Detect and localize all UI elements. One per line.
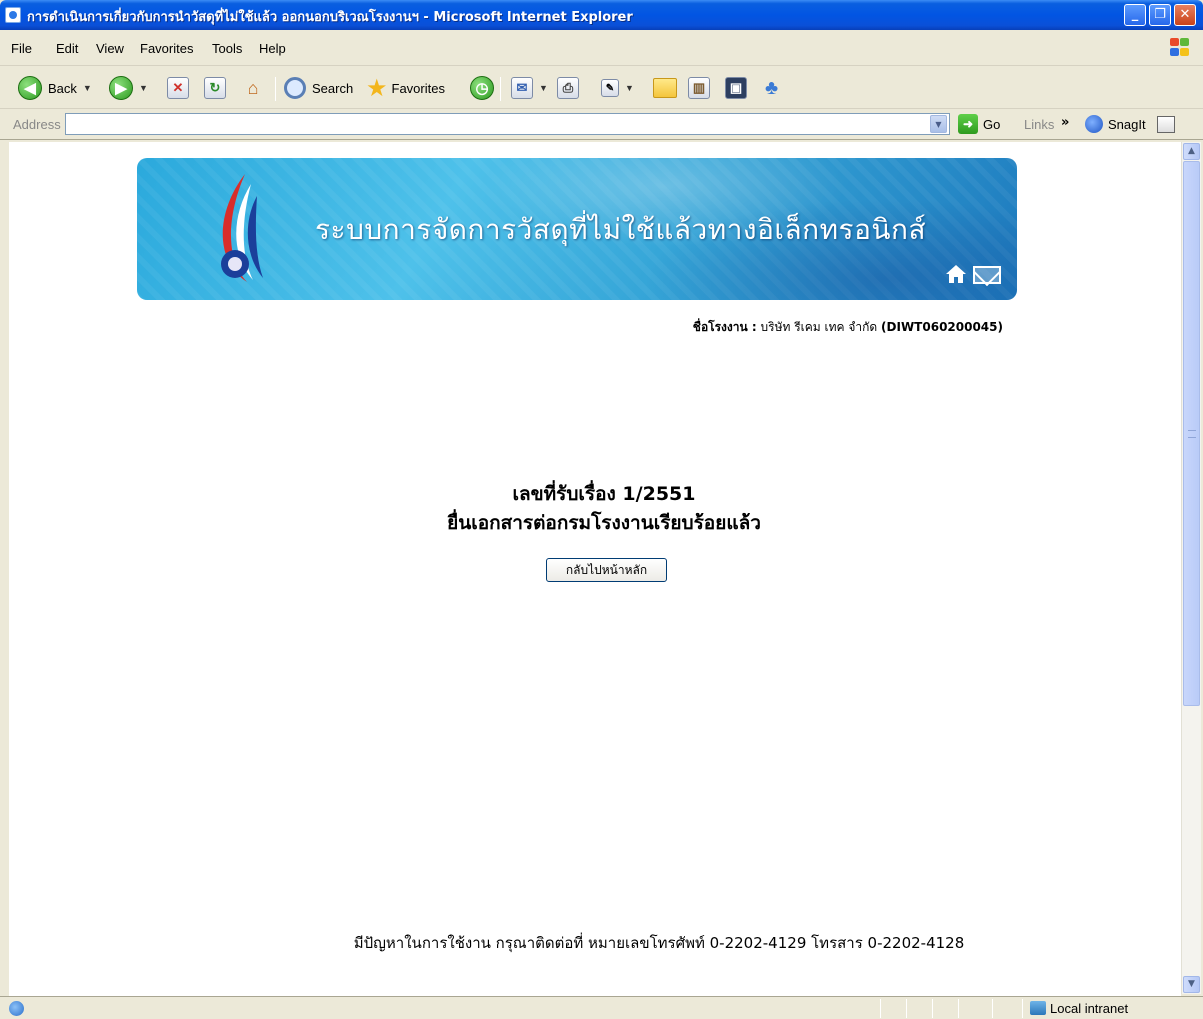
- banner-title: ระบบการจัดการวัสดุที่ไม่ใช้แล้วทางอิเล็ก…: [315, 213, 927, 246]
- ministry-logo-icon: [221, 174, 263, 282]
- page-status-icon: [9, 1001, 24, 1016]
- print-button[interactable]: ⎙: [557, 75, 579, 101]
- ie-page-icon: [5, 7, 21, 23]
- go-button[interactable]: ➜ Go: [958, 114, 1000, 134]
- status-divider: [932, 999, 933, 1018]
- media-button[interactable]: ▣: [725, 75, 747, 101]
- edit-icon: ✎: [601, 79, 619, 97]
- mail-icon: ✉: [511, 77, 533, 99]
- home-button[interactable]: ⌂: [242, 75, 264, 101]
- standard-toolbar: ◀ Back ▼ ▶ ▼ ✕ ↻ ⌂ Search ★ Favorites ◷: [0, 67, 1203, 109]
- search-button[interactable]: Search: [284, 75, 353, 101]
- snagit-button[interactable]: SnagIt: [1085, 115, 1146, 133]
- print-icon: ⎙: [557, 77, 579, 99]
- stop-icon: ✕: [167, 77, 189, 99]
- minimize-button[interactable]: _: [1124, 4, 1146, 26]
- stop-button[interactable]: ✕: [167, 75, 189, 101]
- menu-file[interactable]: File: [11, 41, 32, 56]
- home-icon[interactable]: [945, 264, 967, 284]
- edit-button[interactable]: ✎ ▼: [601, 75, 634, 101]
- history-icon: ◷: [470, 76, 494, 100]
- factory-name: บริษัท รีเคม เทค จำกัด: [760, 320, 878, 334]
- forward-button[interactable]: ▶ ▼: [109, 75, 148, 101]
- status-bar: Local intranet: [0, 996, 1203, 1019]
- messenger-button[interactable]: ♣: [765, 75, 778, 101]
- back-to-home-button[interactable]: กลับไปหน้าหลัก: [546, 558, 667, 582]
- back-arrow-icon: ◀: [18, 76, 42, 100]
- toolbar-separator: [500, 77, 501, 101]
- maximize-button[interactable]: ❐: [1149, 4, 1171, 26]
- windows-logo-icon: [1169, 37, 1191, 57]
- refresh-icon: ↻: [204, 77, 226, 99]
- go-label: Go: [983, 116, 1001, 132]
- submission-status: ยื่นเอกสารต่อกรมโรงงานเรียบร้อยแล้ว: [447, 512, 761, 534]
- status-divider: [958, 999, 959, 1018]
- search-label: Search: [312, 80, 354, 96]
- mail-button[interactable]: ✉ ▼: [511, 75, 548, 101]
- scroll-down-icon[interactable]: ▼: [1183, 976, 1200, 993]
- research-icon: ▥: [688, 77, 710, 99]
- scroll-up-icon[interactable]: ▲: [1183, 143, 1200, 160]
- status-divider: [1022, 999, 1023, 1018]
- research-button[interactable]: ▥: [688, 75, 710, 101]
- favorites-button[interactable]: ★ Favorites: [366, 74, 445, 102]
- page-viewport: ระบบการจัดการวัสดุที่ไม่ใช้แล้วทางอิเล็ก…: [9, 142, 1181, 996]
- address-bar: Address ▼ ➜ Go Links » SnagIt: [0, 110, 1203, 140]
- intranet-zone-icon: [1030, 1001, 1046, 1015]
- status-divider: [992, 999, 993, 1018]
- snagit-window-icon[interactable]: [1157, 116, 1175, 133]
- go-arrow-icon: ➜: [958, 114, 978, 134]
- back-button[interactable]: ◀ Back ▼: [18, 75, 92, 101]
- toolbar-separator: [275, 77, 276, 101]
- menu-help[interactable]: Help: [259, 41, 286, 56]
- menu-bar: File Edit View Favorites Tools Help: [0, 30, 1203, 66]
- address-dropdown-icon[interactable]: ▼: [930, 115, 947, 133]
- contact-footer: มีปัญหาในการใช้งาน กรุณาติดต่อที่ หมายเล…: [353, 934, 965, 952]
- back-dropdown-icon[interactable]: ▼: [83, 83, 92, 93]
- menu-favorites[interactable]: Favorites: [140, 41, 193, 56]
- snagit-label: SnagIt: [1108, 116, 1146, 132]
- address-label: Address: [13, 117, 61, 132]
- folder-icon: [653, 78, 677, 98]
- factory-label: ชื่อโรงงาน :: [692, 320, 757, 334]
- scroll-thumb[interactable]: [1183, 161, 1200, 706]
- mail-icon[interactable]: [973, 266, 1001, 284]
- folder-button[interactable]: [653, 75, 677, 101]
- header-banner: ระบบการจัดการวัสดุที่ไม่ใช้แล้วทางอิเล็ก…: [137, 158, 1017, 300]
- close-button[interactable]: ✕: [1174, 4, 1196, 26]
- mail-dropdown-icon[interactable]: ▼: [539, 83, 548, 93]
- forward-arrow-icon: ▶: [109, 76, 133, 100]
- menu-tools[interactable]: Tools: [212, 41, 242, 56]
- receipt-number: เลขที่รับเรื่อง 1/2551: [512, 483, 696, 505]
- history-button[interactable]: ◷: [470, 75, 494, 101]
- scroll-grip-icon: [1188, 430, 1196, 438]
- snagit-icon: [1085, 115, 1103, 133]
- edit-dropdown-icon[interactable]: ▼: [625, 83, 634, 93]
- status-divider: [880, 999, 881, 1018]
- messenger-icon: ♣: [765, 76, 779, 99]
- back-label: Back: [48, 80, 77, 96]
- favorites-label: Favorites: [391, 80, 445, 96]
- links-chevron-icon[interactable]: »: [1061, 115, 1069, 130]
- factory-code: (DIWT060200045): [881, 320, 1003, 334]
- forward-dropdown-icon[interactable]: ▼: [139, 83, 148, 93]
- address-input[interactable]: [65, 113, 950, 135]
- status-divider: [906, 999, 907, 1018]
- media-icon: ▣: [725, 77, 747, 99]
- browser-window: การดำเนินการเกี่ยวกับการนำวัสดุที่ไม่ใช้…: [0, 0, 1203, 1019]
- links-label[interactable]: Links: [1024, 117, 1054, 132]
- favorites-star-icon: ★: [366, 74, 388, 102]
- factory-info: ชื่อโรงงาน : บริษัท รีเคม เทค จำกัด (DIW…: [693, 318, 1003, 337]
- menu-view[interactable]: View: [96, 41, 124, 56]
- refresh-button[interactable]: ↻: [204, 75, 226, 101]
- vertical-scrollbar[interactable]: ▲ ▼: [1181, 142, 1201, 994]
- title-bar[interactable]: การดำเนินการเกี่ยวกับการนำวัสดุที่ไม่ใช้…: [0, 0, 1203, 30]
- security-zone-label: Local intranet: [1050, 1001, 1129, 1016]
- search-icon: [284, 77, 306, 99]
- menu-edit[interactable]: Edit: [56, 41, 78, 56]
- window-title: การดำเนินการเกี่ยวกับการนำวัสดุที่ไม่ใช้…: [27, 10, 633, 25]
- home-icon: ⌂: [247, 77, 259, 98]
